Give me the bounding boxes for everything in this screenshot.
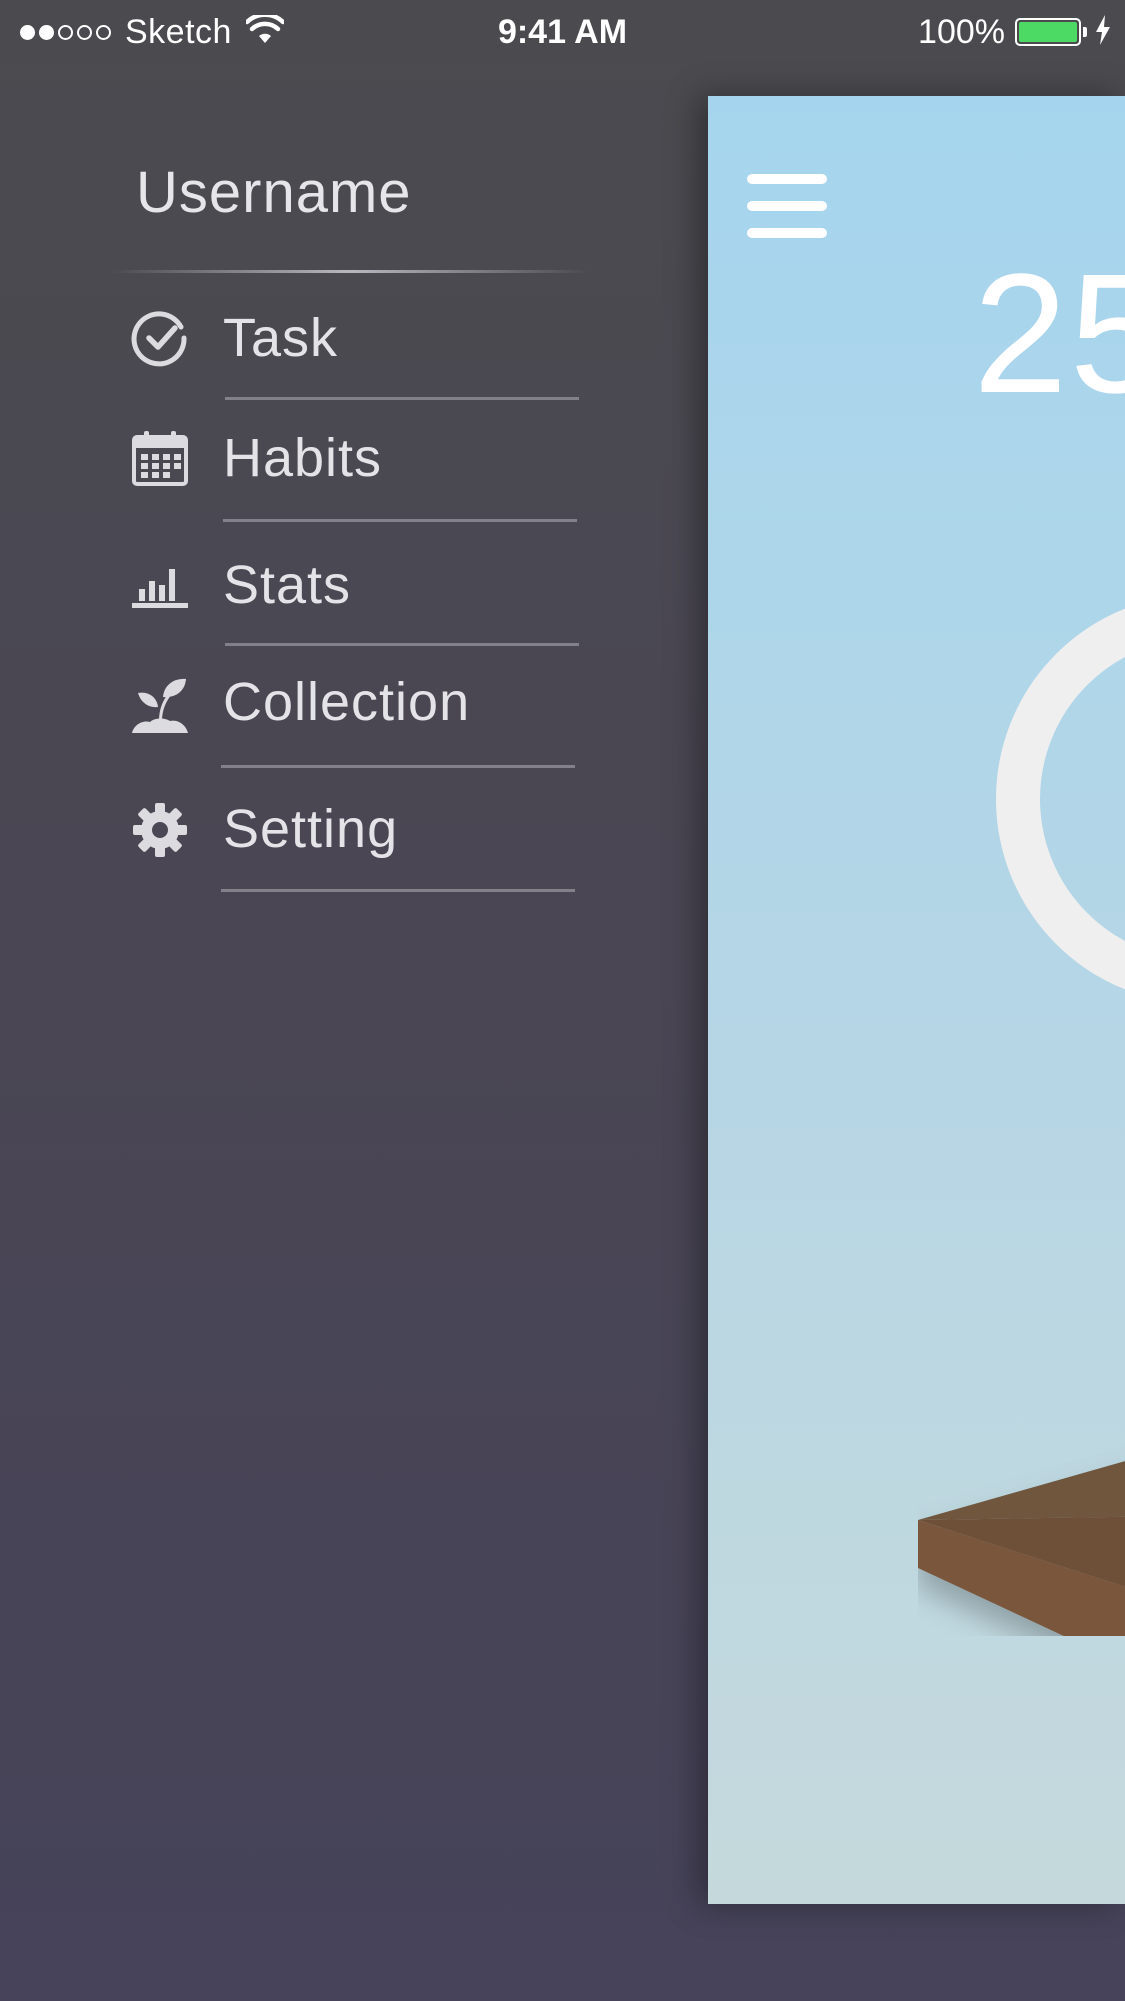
menu-item-stats[interactable]: Stats — [130, 549, 580, 649]
progress-ring[interactable] — [996, 594, 1125, 1004]
menu-divider — [225, 643, 579, 646]
menu-item-habits[interactable]: Habits — [130, 426, 580, 526]
battery-icon — [1015, 18, 1081, 46]
menu-divider — [223, 519, 577, 522]
menu-item-setting[interactable]: Setting — [130, 798, 580, 898]
menu-divider — [221, 765, 575, 768]
gear-icon — [130, 800, 190, 860]
charging-bolt-icon — [1095, 14, 1111, 50]
sprout-icon — [130, 675, 190, 735]
check-circle-icon — [130, 308, 190, 368]
menu-item-collection[interactable]: Collection — [130, 672, 580, 774]
menu-divider — [225, 397, 579, 400]
calendar-icon — [130, 428, 190, 488]
username-divider — [110, 270, 590, 273]
hamburger-bar — [747, 174, 827, 184]
menu-item-label: Habits — [223, 428, 383, 488]
hamburger-bar — [747, 201, 827, 211]
bar-chart-icon — [130, 556, 190, 616]
menu-divider — [221, 889, 575, 892]
status-bar: Sketch 9:41 AM 100% — [0, 0, 1125, 64]
menu-item-label: Stats — [223, 555, 352, 615]
battery-percentage: 100% — [918, 12, 1005, 51]
main-panel[interactable]: 25 — [708, 96, 1125, 1904]
side-menu: Username Task Habits Stats Collection Se… — [0, 64, 700, 2001]
username-label[interactable]: Username — [136, 159, 412, 226]
menu-item-label: Setting — [223, 799, 399, 859]
menu-item-label: Collection — [223, 672, 471, 732]
timer-display: 25 — [973, 239, 1125, 429]
wood-block-illustration — [918, 1336, 1125, 1665]
hamburger-icon[interactable] — [747, 174, 827, 238]
menu-item-label: Task — [223, 308, 339, 368]
battery-nub — [1083, 27, 1087, 37]
hamburger-bar — [747, 228, 827, 238]
status-right: 100% — [918, 10, 1111, 54]
menu-item-task[interactable]: Task — [130, 304, 580, 404]
battery-level-fill — [1019, 22, 1077, 42]
